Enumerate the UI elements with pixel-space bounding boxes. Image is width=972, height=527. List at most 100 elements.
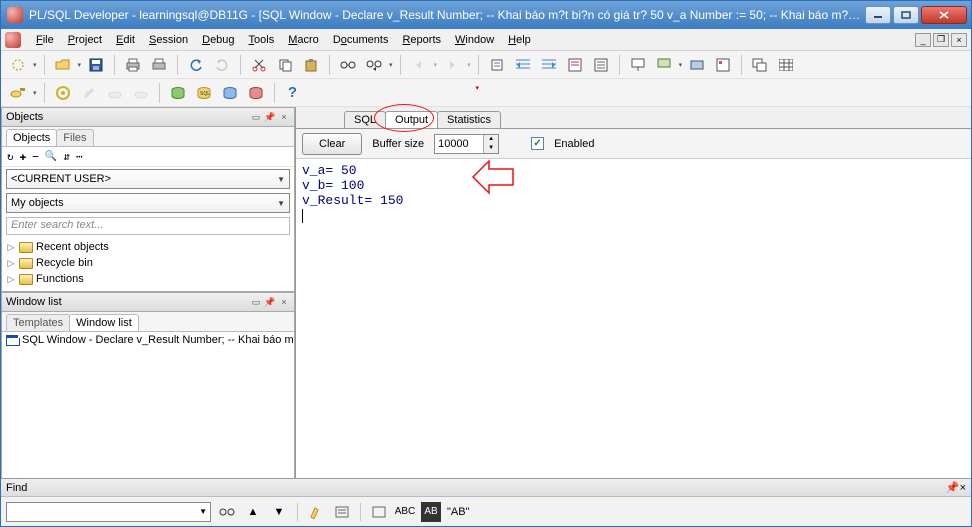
menu-window[interactable]: Window [448, 32, 501, 48]
objects-pane-title: Objects [6, 111, 248, 123]
save-button[interactable] [85, 54, 107, 76]
menu-session[interactable]: Session [142, 32, 195, 48]
tree-item-functions[interactable]: ▷Functions [6, 271, 290, 287]
commit-button[interactable] [104, 82, 126, 104]
find-button[interactable] [337, 54, 359, 76]
find-icon[interactable]: 🔍 [45, 151, 57, 162]
tool-c-button[interactable] [686, 54, 708, 76]
user-combo[interactable]: <CURRENT USER> ▼ [6, 169, 290, 189]
db-sql-button[interactable]: SQL [193, 82, 215, 104]
db-green-button[interactable] [167, 82, 189, 104]
tab-statistics[interactable]: Statistics [437, 111, 501, 128]
menu-file[interactable]: File [29, 32, 61, 48]
mdi-restore[interactable]: ❐ [933, 33, 949, 47]
explain-button[interactable] [486, 54, 508, 76]
refresh-icon[interactable]: ↻ [7, 150, 14, 163]
tab-files[interactable]: Files [56, 129, 93, 146]
print-button[interactable] [122, 54, 144, 76]
mdi-minimize[interactable]: _ [915, 33, 931, 47]
tree-item-recycle[interactable]: ▷Recycle bin [6, 255, 290, 271]
find-highlight-icon[interactable] [306, 502, 326, 522]
objects-toolstrip: ↻ ✚ − 🔍 ⇵ ⋯ [2, 147, 294, 167]
indent-right-button[interactable] [538, 54, 560, 76]
new-button[interactable] [7, 54, 29, 76]
rollback-button[interactable] [130, 82, 152, 104]
comment-button[interactable] [564, 54, 586, 76]
undo-button[interactable] [185, 54, 207, 76]
spinner-down-icon[interactable]: ▼ [484, 144, 498, 153]
whole-word-icon[interactable]: AB [421, 502, 441, 522]
spinner-up-icon[interactable]: ▲ [484, 135, 498, 144]
pane-autohide-icon[interactable]: ▭ [250, 111, 262, 123]
tab-windowlist[interactable]: Window list [69, 314, 139, 331]
uncomment-button[interactable] [590, 54, 612, 76]
nav-fwd-button[interactable] [441, 54, 463, 76]
pane-pin-icon[interactable]: 📌 [946, 481, 960, 494]
find-opt-a-icon[interactable] [332, 502, 352, 522]
tool-a-button[interactable] [627, 54, 649, 76]
find-prev-icon[interactable]: ▲ [243, 502, 263, 522]
print-setup-button[interactable] [148, 54, 170, 76]
indent-left-button[interactable] [512, 54, 534, 76]
find-next-icon[interactable]: ▼ [269, 502, 289, 522]
menu-documents[interactable]: Documents [326, 32, 396, 48]
grid-button[interactable] [775, 54, 797, 76]
execute-button[interactable] [52, 82, 74, 104]
menu-help[interactable]: Help [501, 32, 538, 48]
match-case-icon[interactable]: ABC [395, 502, 415, 522]
pane-pin-icon[interactable]: 📌 [264, 111, 276, 123]
menu-edit[interactable]: Edit [109, 32, 142, 48]
pane-close-icon[interactable]: × [278, 296, 290, 308]
find-opt-b-icon[interactable] [369, 502, 389, 522]
tab-objects[interactable]: Objects [6, 129, 57, 146]
pane-pin-icon[interactable]: 📌 [264, 296, 276, 308]
windows-button[interactable] [749, 54, 771, 76]
buffer-size-spinner[interactable]: ▲ ▼ [434, 134, 499, 154]
cut-button[interactable] [248, 54, 270, 76]
open-button[interactable] [52, 54, 74, 76]
tool-d-button[interactable] [712, 54, 734, 76]
tab-sql[interactable]: SQL [344, 111, 386, 128]
pane-autohide-icon[interactable]: ▭ [250, 296, 262, 308]
tab-output[interactable]: Output [385, 111, 438, 128]
menu-tools[interactable]: Tools [242, 32, 282, 48]
help-button[interactable]: ? [282, 82, 304, 104]
tool-b-button[interactable] [653, 54, 675, 76]
buffer-size-input[interactable] [435, 135, 483, 153]
clear-button[interactable]: Clear [302, 133, 362, 155]
output-textarea[interactable]: v_a= 50 v_b= 100 v_Result= 150 [296, 159, 971, 478]
db-red-button[interactable] [245, 82, 267, 104]
menu-debug[interactable]: Debug [195, 32, 241, 48]
menu-reports[interactable]: Reports [395, 32, 448, 48]
more-icon[interactable]: ⋯ [76, 150, 83, 163]
logon-button[interactable] [7, 82, 29, 104]
pane-close-icon[interactable]: × [960, 482, 966, 494]
objects-search-input[interactable]: Enter search text... [6, 217, 290, 235]
tab-templates[interactable]: Templates [6, 314, 70, 331]
redo-button[interactable] [211, 54, 233, 76]
output-line: v_Result= 150 [302, 193, 965, 208]
tree-item-recent[interactable]: ▷Recent objects [6, 239, 290, 255]
toolbar-row-2: ▾ SQL ? ▾ [1, 79, 971, 107]
remove-icon[interactable]: − [32, 150, 39, 163]
find-input[interactable]: ▼ [6, 502, 211, 522]
enabled-checkbox[interactable]: ✓ [531, 137, 544, 150]
minimize-button[interactable] [865, 6, 891, 24]
pane-close-icon[interactable]: × [278, 111, 290, 123]
paste-button[interactable] [300, 54, 322, 76]
break-button[interactable] [78, 82, 100, 104]
nav-back-button[interactable] [408, 54, 430, 76]
add-icon[interactable]: ✚ [20, 150, 27, 163]
find-next-button[interactable] [363, 54, 385, 76]
find-binoculars-icon[interactable] [217, 502, 237, 522]
maximize-button[interactable] [893, 6, 919, 24]
window-list-item[interactable]: SQL Window - Declare v_Result Number; --… [2, 332, 294, 348]
mdi-close[interactable]: × [951, 33, 967, 47]
close-button[interactable] [921, 6, 967, 24]
scope-combo[interactable]: My objects ▼ [6, 193, 290, 213]
copy-button[interactable] [274, 54, 296, 76]
filter-icon[interactable]: ⇵ [63, 150, 70, 163]
menu-macro[interactable]: Macro [281, 32, 326, 48]
db-blue-button[interactable] [219, 82, 241, 104]
menu-project[interactable]: Project [61, 32, 109, 48]
